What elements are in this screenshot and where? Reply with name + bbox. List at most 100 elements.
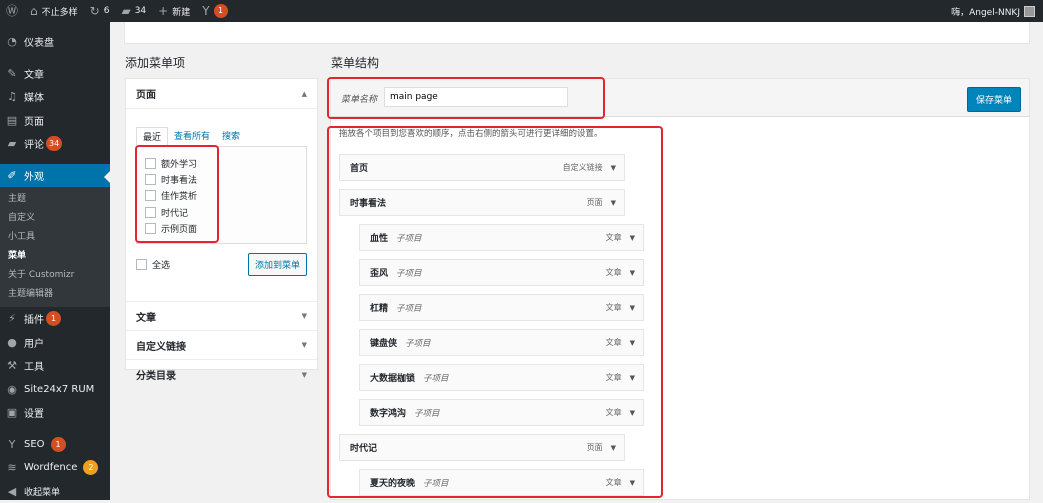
wordfence-icon: ≋ [6,461,18,474]
menu-dashboard[interactable]: ◔ 仪表盘 [0,30,110,54]
highlight-box-menu-structure [327,126,663,498]
collapse-menu-button[interactable]: ◀ 收起菜单 [0,480,110,503]
accordion-title: 页面 [136,86,156,101]
menu-label: 设置 [24,405,44,420]
chevron-up-icon: ▲ [302,90,307,98]
wp-logo-menu[interactable]: Ⓦ [0,0,24,22]
admin-sidebar: ◔ 仪表盘 ✎ 文章 ♫ 媒体 ▤ 页面 ▰评论34 ✐ 外观 主题 自定义 小工具 菜单… [0,22,110,500]
admin-bar: Ⓦ ⌂不止多样 ↻6 ▰34 +新建 Y1 嗨，Angel-NNKJ [0,0,1043,22]
menu-appearance[interactable]: ✐ 外观 [0,164,110,188]
submenu-theme-editor[interactable]: 主题编辑器 [0,285,110,304]
menu-posts[interactable]: ✎ 文章 [0,62,110,86]
user-icon: ● [6,336,18,349]
site24x7-icon: ◉ [6,383,18,396]
add-items-heading: 添加菜单项 [125,54,185,71]
menu-label: 工具 [24,358,44,373]
chevron-down-icon: ▼ [302,371,307,379]
accordion-title: 分类目录 [136,367,176,382]
site-name: 不止多样 [42,5,78,18]
submenu-themes[interactable]: 主题 [0,190,110,209]
pages-accordion-header[interactable]: 页面 ▲ [126,79,317,109]
menu-label: 文章 [24,66,44,81]
avatar [1024,6,1035,17]
menu-seo[interactable]: Y SEO 1 [0,433,110,457]
menu-site24x7[interactable]: ◉ Site24x7 RUM [0,378,110,402]
greeting: 嗨，Angel-NNKJ [951,5,1020,18]
submenu-about-customizr[interactable]: 关于 Customizr [0,266,110,285]
menu-structure-heading: 菜单结构 [331,54,379,71]
updates-count: 6 [104,6,110,16]
plug-icon: ⚡ [6,312,18,325]
yoast-icon: Y [6,438,18,451]
menu-pages[interactable]: ▤ 页面 [0,109,110,133]
highlight-box-pages [135,145,219,243]
comment-icon: ▰ [6,137,18,150]
plus-icon: + [158,5,168,17]
menu-comments[interactable]: ▰评论34 [0,132,110,156]
tab-view-all[interactable]: 查看所有 [168,127,216,146]
menu-label: 页面 [24,113,44,128]
top-panel-strip [124,22,1030,44]
menu-plugins[interactable]: ⚡ 插件1 [0,307,110,331]
menu-label: 仪表盘 [24,34,54,49]
select-all-label: 全选 [152,258,170,271]
yoast-icon: Y [202,5,209,17]
plugins-badge: 1 [46,311,61,326]
save-menu-button[interactable]: 保存菜单 [967,87,1021,112]
home-icon: ⌂ [30,5,38,17]
select-all[interactable]: 全选 [136,256,170,272]
submenu-customize[interactable]: 自定义 [0,209,110,228]
page-icon: ▤ [6,114,18,127]
pages-tabs: 最近 查看所有 搜索 [136,127,317,146]
submenu-widgets[interactable]: 小工具 [0,228,110,247]
add-to-menu-button[interactable]: 添加到菜单 [248,253,307,276]
menu-label: 用户 [24,335,44,350]
submenu-menus[interactable]: 菜单 [0,247,110,266]
pin-icon: ✎ [6,67,18,80]
menu-wordfence[interactable]: ≋ Wordfence 2 [0,456,110,480]
site-name-menu[interactable]: ⌂ 不止多样 [24,0,84,22]
comments-count: 34 [135,6,146,16]
collapse-icon: ◀ [6,485,18,498]
yoast-menu[interactable]: Y1 [196,0,233,22]
menu-users[interactable]: ● 用户 [0,331,110,355]
refresh-icon: ↻ [90,5,100,17]
tab-search[interactable]: 搜索 [216,127,246,146]
checkbox[interactable] [136,259,147,270]
menu-label: Wordfence [24,462,77,473]
appearance-submenu: 主题 自定义 小工具 菜单 关于 Customizr 主题编辑器 [0,187,110,307]
media-icon: ♫ [6,90,18,103]
menu-label: 媒体 [24,89,44,104]
updates-menu[interactable]: ↻6 [84,0,116,22]
comments-badge: 34 [46,136,62,151]
chevron-down-icon: ▼ [302,341,307,349]
categories-accordion-header[interactable]: 分类目录 ▼ [126,360,317,389]
menu-settings[interactable]: ▣ 设置 [0,401,110,425]
brush-icon: ✐ [6,169,18,182]
menu-label: Site24x7 RUM [24,384,94,395]
menu-tools[interactable]: ⚒ 工具 [0,354,110,378]
tab-recent[interactable]: 最近 [136,127,168,146]
highlight-box-menu-name [327,77,605,119]
menu-label: 收起菜单 [24,485,60,498]
posts-accordion-header[interactable]: 文章 ▼ [126,302,317,331]
wordpress-icon: Ⓦ [6,5,18,17]
menu-label: 插件 [24,311,44,326]
comments-menu[interactable]: ▰34 [115,0,152,22]
menu-label: SEO [24,439,45,450]
seo-badge: 1 [51,437,66,452]
wordfence-badge: 2 [83,460,98,475]
settings-icon: ▣ [6,406,18,419]
yoast-badge: 1 [214,4,228,18]
new-label: 新建 [172,5,190,18]
account-menu[interactable]: 嗨，Angel-NNKJ [951,5,1043,18]
menu-media[interactable]: ♫ 媒体 [0,85,110,109]
menu-label: 外观 [24,168,44,183]
dashboard-icon: ◔ [6,35,18,48]
new-content-menu[interactable]: + 新建 [152,0,196,22]
wrench-icon: ⚒ [6,359,18,372]
accordion-title: 自定义链接 [136,338,186,353]
accordion-title: 文章 [136,309,156,324]
chevron-down-icon: ▼ [302,312,307,320]
custom-links-accordion-header[interactable]: 自定义链接 ▼ [126,331,317,360]
